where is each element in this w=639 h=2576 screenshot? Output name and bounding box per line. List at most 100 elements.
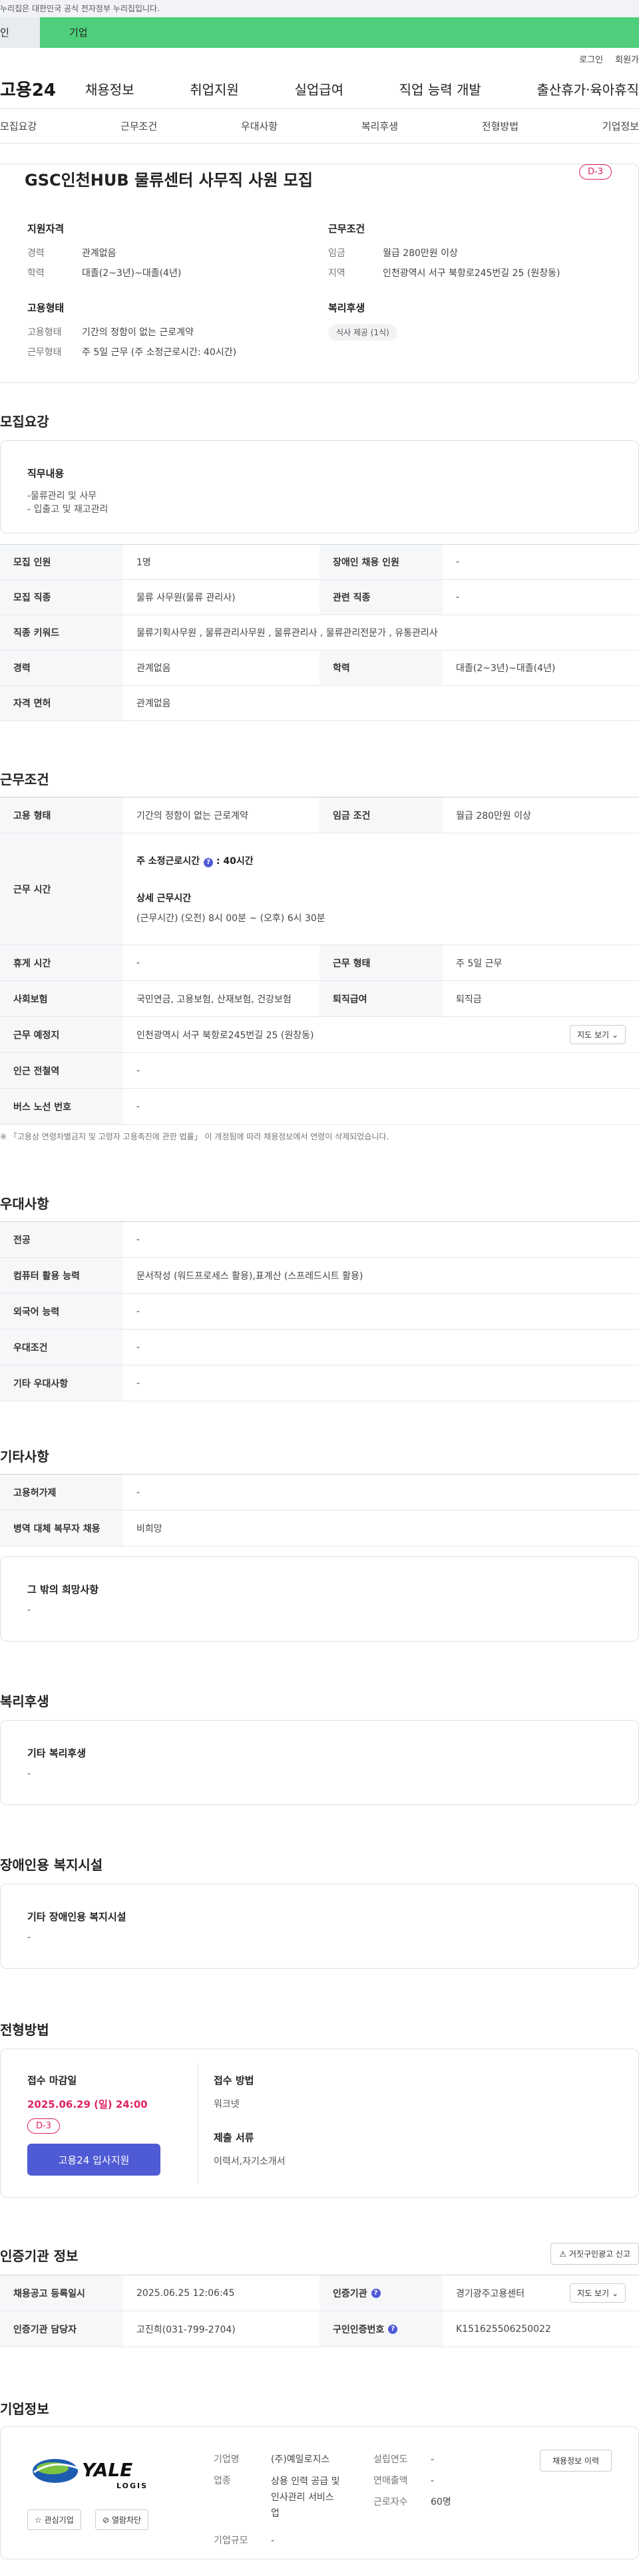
favorite-company-button[interactable]: ☆ 관심기업 — [27, 2509, 81, 2530]
table-cell: 문서작성 (워드프로세스 활용),표계산 (스프레드시트 활용) — [136, 1270, 363, 1282]
table-header: 모집 직종 — [0, 580, 123, 615]
job-history-button[interactable]: 채용정보 이력 — [539, 2450, 612, 2472]
table-row: 사회보험 국민연금, 고용보험, 산재보험, 건강보험 퇴직급여 퇴직금 — [0, 981, 639, 1017]
help-icon[interactable]: ? — [388, 2324, 398, 2334]
documents-label: 제출 서류 — [214, 2132, 254, 2144]
table-header: 우대조건 — [0, 1330, 123, 1365]
table-cell: 고진희(031-799-2704) — [136, 2324, 236, 2335]
dday-badge: D-3 — [27, 2118, 60, 2134]
anchor-welfare[interactable]: 복리후생 — [361, 119, 398, 133]
etc-section-title: 기타사항 — [0, 1449, 49, 1465]
conditions-block: 근무조건 임금 월급 280만원 이상 지역 인천광역시 서구 북항로245번길 2… — [328, 221, 560, 279]
table-header: 직종 키워드 — [0, 615, 123, 650]
user-type-tabs: 인 기업 — [0, 17, 639, 48]
block-view-button[interactable]: ⊘ 열람차단 — [95, 2509, 149, 2530]
block-view-label: 열람차단 — [111, 2515, 142, 2525]
prefer-section-title: 우대사항 — [0, 1196, 49, 1212]
table-cell: 월급 280만원 이상 — [456, 810, 531, 821]
login-link[interactable]: 로그인 — [579, 53, 603, 65]
table-cell: - — [136, 1101, 140, 1112]
gnb-item-parental-leave[interactable]: 출산휴가·육아휴직 — [536, 79, 639, 98]
tab-personal[interactable]: 인 — [0, 17, 40, 48]
table-header: 자격 면허 — [0, 686, 123, 720]
founded-value: - — [431, 2454, 435, 2465]
anchor-process[interactable]: 전형방법 — [482, 119, 519, 133]
table-cell: 물류 사무원(물류 관리사) — [136, 593, 236, 603]
company-box: YALE LOGIS ☆ 관심기업 ⊘ 열람차단 기업명 (주)예일로지스 업종 상… — [0, 2426, 639, 2559]
report-fake-ad-label: 거짓구인광고 신고 — [568, 2249, 630, 2259]
table-cell: - — [456, 557, 460, 567]
job-description-line: -물류관리 및 사무 — [27, 491, 97, 501]
workplace-cell: 인천광역시 서구 북항로245번길 25 (원창동) 지도 보기 ⌄ — [123, 1017, 639, 1052]
welfare-box: 기타 복리후생 - — [0, 1720, 639, 1805]
table-row: 인근 전철역 - — [0, 1053, 639, 1089]
wage-value: 월급 280만원 이상 — [383, 248, 458, 259]
table-cell: 국민연금, 고용보험, 산재보험, 건강보험 — [136, 994, 292, 1005]
help-icon[interactable]: ? — [371, 2288, 381, 2298]
education-key: 학력 — [27, 268, 45, 279]
table-row: 휴게 시간 - 근무 형태 주 5일 근무 — [0, 945, 639, 981]
table-header: 채용공고 등록일시 — [0, 2275, 123, 2311]
company-logo: YALE LOGIS — [27, 2452, 160, 2494]
table-header: 병역 대체 복무자 채용 — [0, 1510, 123, 1546]
cert-section-title: 인증기관 정보 — [0, 2248, 79, 2264]
anchor-work-conditions[interactable]: 근무조건 — [120, 119, 157, 133]
table-header: 학력 — [320, 650, 443, 685]
gnb-item-unemployment-benefit[interactable]: 실업급여 — [294, 79, 343, 98]
recruit-table: 모집 인원 1명 장애인 채용 인원 - 모집 직종 물류 사무원(물류 관리사… — [0, 544, 639, 721]
tab-company[interactable]: 기업 — [40, 17, 639, 48]
table-cell: 관계없음 — [136, 698, 171, 709]
table-row: 근무 시간 주 소정근로시간? : 40시간 상세 근무시간 (근무시간) (오… — [0, 833, 639, 945]
process-box: 접수 마감일 2025.06.29 (일) 24:00 D-3 고용24 입사지… — [0, 2049, 639, 2198]
company-name-key: 기업명 — [214, 2454, 240, 2465]
agency-map-button[interactable]: 지도 보기 ⌄ — [570, 2283, 626, 2303]
gnb-item-skills-development[interactable]: 직업 능력 개발 — [399, 79, 481, 98]
apply-method-label: 접수 방법 — [214, 2075, 254, 2086]
detail-hours-label: 상세 근무시간 — [136, 893, 192, 904]
table-row: 모집 인원 1명 장애인 채용 인원 - — [0, 545, 639, 580]
cert-agency-cell: 경기광주고용센터 지도 보기 ⌄ — [443, 2275, 639, 2311]
table-cell: - — [136, 1342, 140, 1353]
gnb-item-jobs[interactable]: 채용정보 — [85, 79, 134, 98]
welfare-summary-block: 복리후생 식사 제공 (1식) — [328, 301, 397, 341]
disabled-facility-value: - — [27, 1932, 31, 1943]
cert-table: 채용공고 등록일시 2025.06.25 12:06:45 인증기관? 경기광주… — [0, 2275, 639, 2347]
table-header: 전공 — [0, 1222, 123, 1257]
map-view-button-label: 지도 보기 — [577, 1030, 610, 1040]
work-shape-value: 주 5일 근무 (주 소정근로시간: 40시간) — [82, 347, 237, 358]
company-name-value: (주)예일로지스 — [271, 2454, 330, 2465]
cert-agency-value: 경기광주고용센터 — [456, 2288, 525, 2299]
industry-value: 상용 인력 공급 및 인사관리 서비스 업 — [271, 2474, 340, 2521]
company-section-title: 기업정보 — [0, 2401, 49, 2417]
wage-key: 임금 — [328, 248, 345, 259]
gnb-item-employment-support[interactable]: 취업지원 — [190, 79, 239, 98]
map-view-button[interactable]: 지도 보기 ⌄ — [570, 1025, 626, 1044]
site-logo[interactable]: 고용24 — [0, 76, 85, 101]
detail-hours-value: (근무시간) (오전) 8시 00분 ~ (오후) 6시 30분 — [136, 913, 325, 924]
process-section-title: 전형방법 — [0, 2022, 49, 2038]
table-cell: - — [136, 1487, 140, 1498]
report-fake-ad-button[interactable]: ⚠ 거짓구인광고 신고 — [550, 2243, 639, 2265]
table-header: 근무 형태 — [320, 945, 443, 980]
anchor-recruit[interactable]: 모집요강 — [0, 119, 37, 133]
table-row: 채용공고 등록일시 2025.06.25 12:06:45 인증기관? 경기광주… — [0, 2275, 639, 2311]
employment-type-value: 기간의 정함이 없는 근로계약 — [82, 327, 194, 338]
table-row: 고용 형태 기간의 정함이 없는 근로계약 임금 조건 월급 280만원 이상 — [0, 797, 639, 833]
other-wishes-box: 그 밖의 희망사항 - — [0, 1556, 639, 1642]
logo-subword: LOGIS — [116, 2482, 148, 2490]
job-summary-card: GSC인천HUB 물류센터 사무직 사원 모집 D-3 지원자격 경력 관계없음 … — [0, 164, 639, 383]
anchor-company[interactable]: 기업정보 — [602, 119, 639, 133]
cert-agency-key: 인증기관 — [333, 2288, 367, 2299]
table-cell: 1명 — [136, 557, 151, 568]
table-row: 고용허가제 - — [0, 1475, 639, 1510]
favorite-company-label: 관심기업 — [44, 2515, 74, 2525]
apply-button[interactable]: 고용24 입사지원 — [27, 2144, 160, 2176]
table-header: 임금 조건 — [320, 797, 443, 833]
table-cell: 물류기획사무원 , 물류관리사무원 , 물류관리사 , 물류관리전문가 , 유통… — [136, 628, 438, 639]
anchor-preferences[interactable]: 우대사항 — [241, 119, 278, 133]
table-row: 경력 관계없음 학력 대졸(2~3년)~대졸(4년) — [0, 650, 639, 686]
help-icon[interactable]: ? — [204, 857, 214, 867]
section-anchor-nav: 모집요강 근무조건 우대사항 복리후생 전형방법 기업정보 — [0, 109, 639, 144]
table-cell: K151625506250022 — [456, 2323, 551, 2335]
join-link[interactable]: 회원가 — [615, 53, 639, 65]
